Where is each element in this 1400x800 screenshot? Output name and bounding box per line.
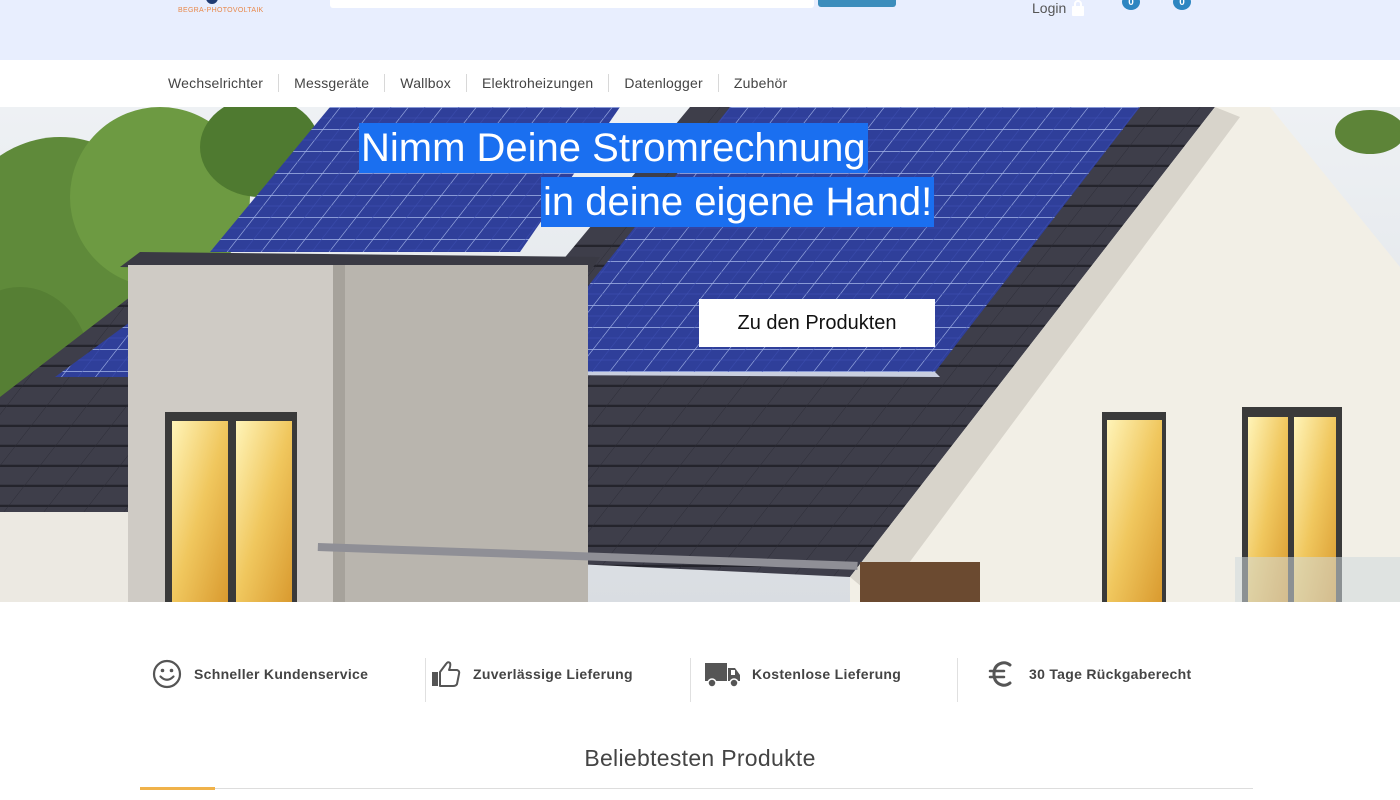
feature-return-policy: 30 Tage Rückgaberecht [985, 654, 1191, 694]
feature-label: 30 Tage Rückgaberecht [1029, 666, 1192, 682]
nav-item-wallbox[interactable]: Wallbox [384, 74, 466, 92]
feature-divider [425, 658, 426, 702]
feature-customer-service: Schneller Kundenservice [150, 654, 368, 694]
logo-mark [206, 0, 218, 4]
euro-icon [988, 661, 1012, 687]
cart-count-badge[interactable]: 0 [1173, 0, 1191, 10]
features-bar: Schneller Kundenservice Zuverlässige Lie… [0, 602, 1400, 722]
search-button[interactable] [818, 0, 896, 7]
feature-label: Zuverlässige Lieferung [473, 666, 633, 682]
nav-item-datenlogger[interactable]: Datenlogger [608, 74, 717, 92]
logo-text: BEGRA-PHOTOVOLTAIK [178, 7, 264, 14]
nav-item-wechselrichter[interactable]: Wechselrichter [153, 74, 278, 92]
top-header: BEGRA-PHOTOVOLTAIK Login 0 0 [0, 0, 1400, 60]
products-cta-button[interactable]: Zu den Produkten [699, 299, 935, 347]
login-link[interactable]: Login [1032, 0, 1066, 16]
thumbs-up-icon [432, 661, 461, 687]
feature-divider [957, 658, 958, 702]
smiley-icon [152, 659, 182, 689]
search-input[interactable] [330, 0, 814, 8]
hero-headline-line-1: Nimm Deine Stromrechnung [359, 123, 868, 173]
hero-headline-line-2: in deine eigene Hand! [541, 177, 935, 227]
section-underline [140, 788, 1253, 789]
nav-item-messgeraete[interactable]: Messgeräte [278, 74, 384, 92]
feature-free-delivery: Kostenlose Lieferung [704, 654, 901, 694]
main-navigation: Wechselrichter Messgeräte Wallbox Elektr… [0, 60, 1400, 107]
hero-banner: Nimm Deine Stromrechnung in deine eigene… [0, 107, 1400, 602]
section-underline-accent [140, 787, 215, 790]
feature-divider [690, 658, 691, 702]
wishlist-count-badge[interactable]: 0 [1122, 0, 1140, 10]
feature-reliable-delivery: Zuverlässige Lieferung [429, 654, 633, 694]
feature-label: Schneller Kundenservice [194, 666, 369, 682]
nav-item-elektroheizungen[interactable]: Elektroheizungen [465, 74, 608, 92]
nav-item-zubehoer[interactable]: Zubehör [717, 74, 803, 92]
lock-icon[interactable] [1071, 0, 1085, 16]
logo[interactable]: BEGRA-PHOTOVOLTAIK [176, 0, 272, 18]
feature-label: Kostenlose Lieferung [752, 666, 902, 682]
nav-list: Wechselrichter Messgeräte Wallbox Elektr… [153, 74, 802, 92]
truck-icon [705, 663, 740, 688]
section-title: Beliebtesten Produkte [584, 745, 816, 771]
